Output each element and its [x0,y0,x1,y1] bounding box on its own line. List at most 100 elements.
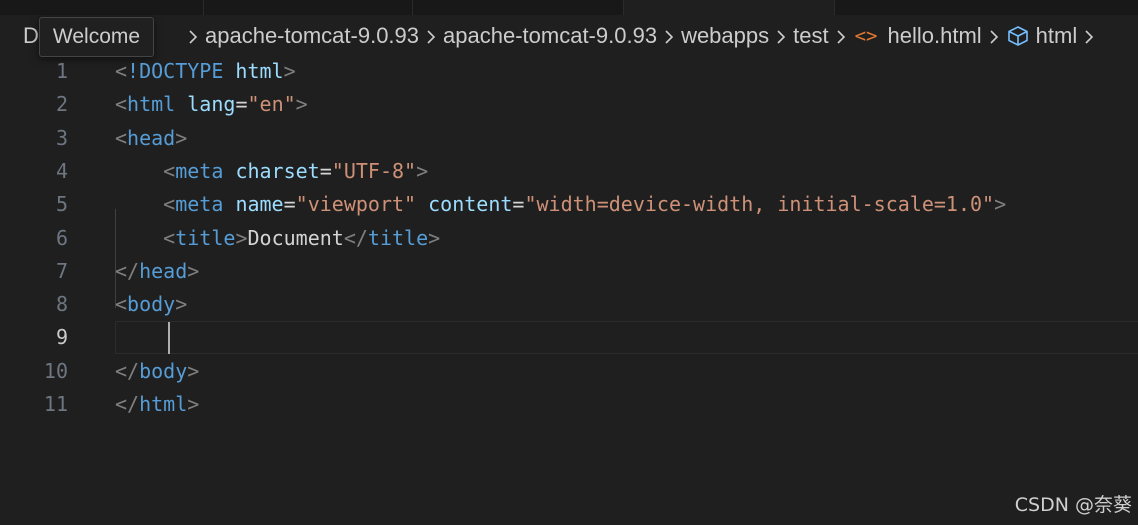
code-punctuation: > [428,226,441,250]
code-punctuation: < [163,192,176,216]
chevron-right-icon [829,23,853,49]
code-punctuation: > [416,159,429,183]
code-punctuation: > [994,192,1007,216]
code-punctuation: < [115,126,128,150]
code-tag-name: meta [175,159,224,183]
line-number: 7 [55,259,68,283]
code-tag-name: !DOCTYPE [127,59,224,83]
editor-tab[interactable] [835,0,1138,15]
chevron-right-icon [769,23,793,49]
code-punctuation: </ [343,226,368,250]
code-content: </head> [115,255,199,288]
code-punctuation: > [175,292,188,316]
code-content: </body> [115,355,199,388]
chevron-right-icon [982,23,1006,49]
editor-tab[interactable] [413,0,624,15]
code-punctuation: > [175,126,188,150]
code-content: <html lang="en"> [115,88,308,121]
code-tag-name: body [139,359,188,383]
code-line[interactable]: 8 <body> [0,288,1138,321]
code-line[interactable]: 7 </head> [0,255,1138,288]
code-string: "width=device-width, initial-scale=1.0" [524,192,995,216]
line-number: 4 [55,159,68,183]
breadcrumb-item-symbol[interactable]: html [982,23,1078,49]
text-cursor [168,322,170,354]
line-number: 2 [55,92,68,116]
breadcrumb-item-webapps[interactable]: webapps [657,23,769,49]
code-content: <title>Document</title> [115,222,440,255]
code-tag-name: html [139,392,188,416]
code-attribute: content [428,192,513,216]
code-text: = [512,192,525,216]
code-tag-name: body [127,292,176,316]
code-tag-name: head [139,259,188,283]
code-line[interactable]: 4 <meta charset="UTF-8"> [0,155,1138,188]
code-attribute: name [235,192,284,216]
breadcrumb-item-tomcat-2[interactable]: apache-tomcat-9.0.93 [419,23,657,49]
breadcrumb-item-test[interactable]: test [769,23,829,49]
current-line-highlight [115,321,1138,354]
code-punctuation: < [163,159,176,183]
code-punctuation: > [295,92,308,116]
breadcrumb-item-more[interactable] [1077,23,1107,49]
breadcrumb-item-tomcat-1[interactable]: apache-tomcat-9.0.93 [181,23,419,49]
code-tag-name: title [175,226,236,250]
code-tag-name: title [367,226,429,250]
editor-tab-strip [0,0,1138,15]
line-number: 10 [43,359,68,383]
code-punctuation: </ [115,259,140,283]
editor-tab-active[interactable] [624,0,835,15]
code-line[interactable]: 1 <!DOCTYPE html> [0,55,1138,88]
code-attribute: html [235,59,284,83]
chevron-right-icon [1077,23,1101,49]
code-editor[interactable]: 1 <!DOCTYPE html> 2 <html lang="en"> 3 <head>… [0,55,1138,495]
chevron-right-icon [419,23,443,49]
code-punctuation: < [115,292,128,316]
code-line[interactable]: 10 </body> [0,355,1138,388]
code-punctuation: > [283,59,296,83]
code-content: </html> [115,388,199,421]
editor-tab[interactable] [204,0,413,15]
code-content: <body> [115,288,187,321]
code-attribute: charset [235,159,320,183]
breadcrumb-item-label: apache-tomcat-9.0.93 [443,23,658,48]
welcome-tooltip: Welcome [39,17,154,57]
code-content: <head> [115,122,187,155]
line-number: 11 [43,392,68,416]
code-tag-name: head [127,126,176,150]
breadcrumb-item-label: webapps [681,23,770,48]
code-punctuation: </ [115,359,140,383]
breadcrumb: D apache-tomcat-9.0.93 apache-tomcat-9.0… [0,18,1138,54]
code-text: = [235,92,248,116]
code-punctuation: </ [115,392,140,416]
code-line[interactable]: 5 <meta name="viewport" content="width=d… [0,188,1138,221]
breadcrumb-item-label: hello.html [887,23,982,48]
line-number: 5 [55,192,68,216]
line-number: 8 [55,292,68,316]
code-content: <meta charset="UTF-8"> [115,155,428,188]
code-line[interactable]: 9 [0,321,1138,354]
code-punctuation: < [115,92,128,116]
code-line[interactable]: 2 <html lang="en"> [0,88,1138,121]
breadcrumb-item-file[interactable]: <> hello.html [829,23,982,49]
breadcrumb-item-label: html [1035,23,1078,48]
code-line[interactable]: 6 <title>Document</title> [0,222,1138,255]
line-number: 1 [55,59,68,83]
editor-tab[interactable] [0,0,204,15]
code-punctuation: > [187,359,200,383]
code-text: = [319,159,332,183]
html-file-icon: <> [854,25,878,47]
breadcrumb-item-root[interactable]: D [0,23,41,49]
code-line[interactable]: 11 </html> [0,388,1138,421]
code-string: "en" [247,92,296,116]
chevron-right-icon [657,23,681,49]
code-line[interactable]: 3 <head> [0,122,1138,155]
